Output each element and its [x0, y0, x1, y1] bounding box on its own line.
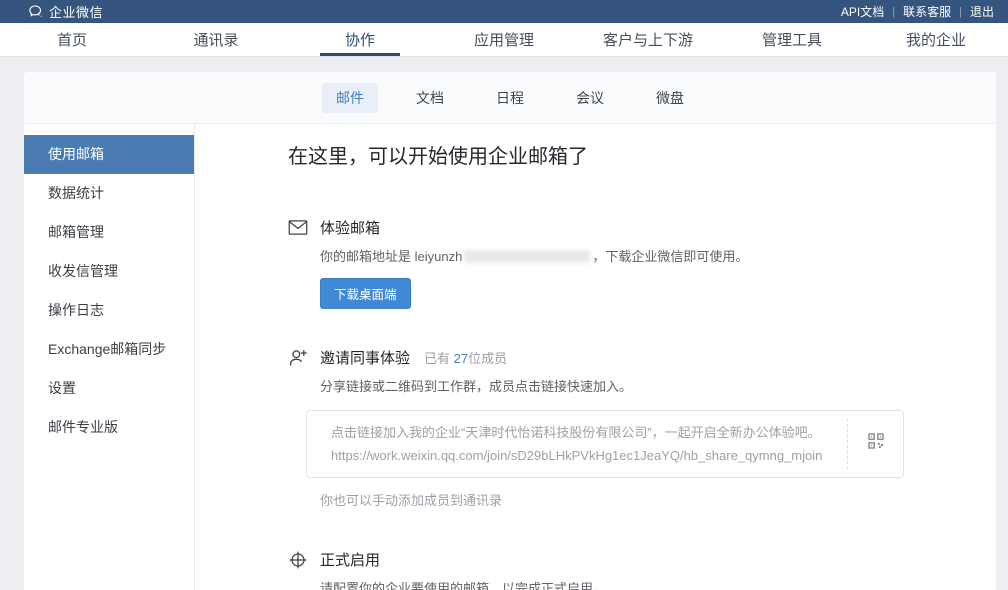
api-docs-link[interactable]: API文档: [841, 3, 884, 20]
nav-item-contacts[interactable]: 通讯录: [144, 23, 288, 56]
member-count-badge: 已有 27位成员: [424, 348, 507, 367]
main-nav: 首页 通讯录 协作 应用管理 客户与上下游 管理工具 我的企业: [0, 23, 1008, 57]
subtab-docs[interactable]: 文档: [402, 83, 458, 113]
separator: |: [892, 6, 895, 18]
nav-label: 管理工具: [762, 29, 822, 50]
badge-prefix: 已有: [424, 351, 454, 366]
nav-label: 协作: [345, 29, 375, 50]
nav-label: 首页: [57, 29, 87, 50]
invite-description: 分享链接或二维码到工作群，成员点击链接快速加入。: [320, 377, 996, 396]
sidebar-item-mailbox-management[interactable]: 邮箱管理: [24, 213, 194, 252]
nav-label: 客户与上下游: [603, 29, 693, 50]
manual-add-hint: 你也可以手动添加成员到通讯录: [320, 490, 996, 509]
member-count: 27: [454, 351, 468, 366]
section-launch: 正式启用 请配置你的企业要使用的邮箱，以完成正式启用。: [288, 549, 996, 590]
subtab-meeting[interactable]: 会议: [562, 83, 618, 113]
nav-item-app-management[interactable]: 应用管理: [432, 23, 576, 56]
brand: 企业微信: [14, 2, 103, 21]
contact-support-link[interactable]: 联系客服: [903, 3, 951, 20]
share-invite-text: 点击链接加入我的企业“天津时代怡诺科技股份有限公司”，一起开启全新办公体验吧。: [331, 421, 831, 444]
sidebar-item-operation-log[interactable]: 操作日志: [24, 291, 194, 330]
section-title: 正式启用: [320, 549, 380, 570]
content-panel: 邮件 文档 日程 会议 微盘 使用邮箱 数据统计 邮箱管理 收发信管理 操作日志…: [24, 72, 996, 590]
nav-item-my-company[interactable]: 我的企业: [864, 23, 1008, 56]
nav-item-admin-tools[interactable]: 管理工具: [720, 23, 864, 56]
nav-label: 应用管理: [474, 29, 534, 50]
address-prefix: 你的邮箱地址是 leiyunzh: [320, 249, 462, 264]
nav-label: 通讯录: [193, 29, 238, 50]
share-link-box: 点击链接加入我的企业“天津时代怡诺科技股份有限公司”，一起开启全新办公体验吧。 …: [306, 410, 904, 478]
sidebar-item-send-receive[interactable]: 收发信管理: [24, 252, 194, 291]
envelope-icon: [288, 219, 308, 236]
subtab-drive[interactable]: 微盘: [642, 83, 698, 113]
share-invite-url[interactable]: https://work.weixin.qq.com/join/sD29bLHk…: [331, 444, 831, 467]
sidebar-item-statistics[interactable]: 数据统计: [24, 174, 194, 213]
page-title: 在这里，可以开始使用企业邮箱了: [288, 143, 996, 171]
wecom-logo-icon: [28, 4, 43, 19]
sidebar-item-exchange-sync[interactable]: Exchange邮箱同步: [24, 330, 194, 369]
invite-member-icon: [288, 348, 308, 368]
email-redacted-blur: [464, 250, 590, 263]
subtab-mail[interactable]: 邮件: [322, 83, 378, 113]
mail-sidebar: 使用邮箱 数据统计 邮箱管理 收发信管理 操作日志 Exchange邮箱同步 设…: [24, 124, 195, 590]
sidebar-item-mail-pro[interactable]: 邮件专业版: [24, 408, 194, 447]
logout-link[interactable]: 退出: [970, 3, 994, 20]
topbar: 企业微信 API文档 | 联系客服 | 退出: [0, 0, 1008, 23]
launch-description: 请配置你的企业要使用的邮箱，以完成正式启用。: [320, 579, 996, 590]
topbar-links: API文档 | 联系客服 | 退出: [841, 3, 994, 20]
qr-code-icon: [868, 433, 884, 456]
section-title: 邀请同事体验: [320, 347, 410, 368]
active-tab-underline: [320, 53, 400, 56]
app-title: 企业微信: [49, 2, 103, 21]
subtab-calendar[interactable]: 日程: [482, 83, 538, 113]
nav-item-customers[interactable]: 客户与上下游: [576, 23, 720, 56]
download-desktop-button[interactable]: 下载桌面端: [320, 278, 411, 309]
main-content: 在这里，可以开始使用企业邮箱了 体验邮箱 你的邮箱地址是 leiyunzh ，下载…: [195, 124, 996, 590]
section-try-mailbox: 体验邮箱 你的邮箱地址是 leiyunzh ，下载企业微信即可使用。 下载桌面端: [288, 217, 996, 309]
section-invite: 邀请同事体验 已有 27位成员 分享链接或二维码到工作群，成员点击链接快速加入。…: [288, 347, 996, 509]
launch-compass-icon: [288, 550, 308, 570]
separator: |: [959, 6, 962, 18]
address-suffix: ，下载企业微信即可使用。: [592, 249, 748, 264]
section-title: 体验邮箱: [320, 217, 380, 238]
nav-item-home[interactable]: 首页: [0, 23, 144, 56]
nav-item-collaboration[interactable]: 协作: [288, 23, 432, 56]
panel-body: 使用邮箱 数据统计 邮箱管理 收发信管理 操作日志 Exchange邮箱同步 设…: [24, 124, 996, 590]
nav-label: 我的企业: [906, 29, 966, 50]
mailbox-address-line: 你的邮箱地址是 leiyunzh ，下载企业微信即可使用。: [320, 247, 996, 266]
badge-suffix: 位成员: [468, 351, 507, 366]
qr-code-button[interactable]: [847, 419, 903, 469]
sidebar-item-settings[interactable]: 设置: [24, 369, 194, 408]
sidebar-item-use-mailbox[interactable]: 使用邮箱: [24, 135, 194, 174]
collab-subtabs: 邮件 文档 日程 会议 微盘: [24, 72, 996, 124]
